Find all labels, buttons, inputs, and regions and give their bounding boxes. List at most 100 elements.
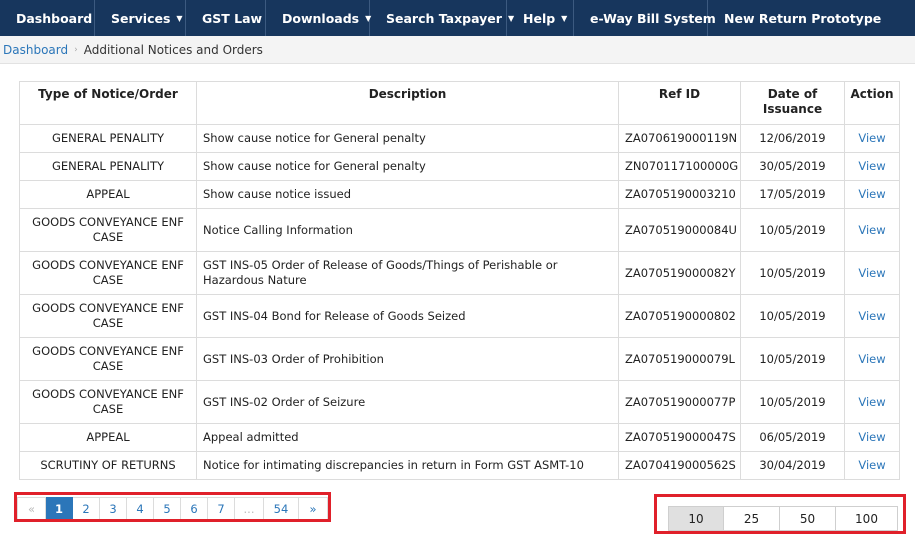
view-link[interactable]: View: [858, 395, 885, 409]
view-link[interactable]: View: [858, 309, 885, 323]
cell-action: View: [844, 208, 900, 252]
cell-ref-id: ZA070619000119N: [618, 124, 741, 153]
cell-date: 10/05/2019: [740, 337, 845, 381]
cell-type: GOODS CONVEYANCE ENF CASE: [19, 294, 197, 338]
main-content: Type of Notice/Order Description Ref ID …: [0, 64, 915, 539]
cell-ref-id: ZA070519000084U: [618, 208, 741, 252]
view-link[interactable]: View: [858, 430, 885, 444]
cell-type: GENERAL PENALITY: [19, 124, 197, 153]
cell-ref-id: ZA070519000079L: [618, 337, 741, 381]
nav-new-return-prototype[interactable]: New Return Prototype: [708, 0, 881, 36]
view-link[interactable]: View: [858, 352, 885, 366]
cell-description: Show cause notice issued: [196, 180, 619, 209]
nav-label: GST Law: [202, 10, 263, 26]
cell-action: View: [844, 152, 900, 181]
cell-description: Appeal admitted: [196, 423, 619, 452]
nav-label: Dashboard: [16, 10, 93, 26]
cell-type: GOODS CONVEYANCE ENF CASE: [19, 208, 197, 252]
cell-description: GST INS-04 Bond for Release of Goods Sei…: [196, 294, 619, 338]
cell-date: 12/06/2019: [740, 124, 845, 153]
table-header-row: Type of Notice/Order Description Ref ID …: [19, 81, 900, 125]
nav-help[interactable]: Help ▼: [507, 0, 574, 36]
cell-ref-id: ZA070519000082Y: [618, 251, 741, 295]
view-link[interactable]: View: [858, 131, 885, 145]
cell-ref-id: ZN070117100000G: [618, 152, 741, 181]
breadcrumb-current: Additional Notices and Orders: [83, 42, 263, 57]
table-row: GOODS CONVEYANCE ENF CASE GST INS-05 Ord…: [19, 251, 900, 295]
breadcrumb-dashboard-link[interactable]: Dashboard: [3, 43, 68, 57]
cell-date: 10/05/2019: [740, 380, 845, 424]
cell-action: View: [844, 337, 900, 381]
cell-description: GST INS-05 Order of Release of Goods/Thi…: [196, 251, 619, 295]
breadcrumb-separator-icon: ›: [74, 44, 78, 55]
page-size-highlight-box: [654, 494, 906, 534]
nav-label: Services: [111, 10, 171, 26]
cell-type: GOODS CONVEYANCE ENF CASE: [19, 380, 197, 424]
nav-downloads[interactable]: Downloads ▼: [266, 0, 371, 36]
caret-down-icon: ▼: [561, 13, 568, 23]
header-ref-id: Ref ID: [618, 81, 741, 125]
header-action: Action: [844, 81, 900, 125]
cell-action: View: [844, 124, 900, 153]
cell-ref-id: ZA0705190000802: [618, 294, 741, 338]
cell-description: Show cause notice for General penalty: [196, 124, 619, 153]
cell-ref-id: ZA070519000047S: [618, 423, 741, 452]
cell-ref-id: ZA0705190003210: [618, 180, 741, 209]
table-row: GOODS CONVEYANCE ENF CASE GST INS-04 Bon…: [19, 294, 900, 338]
cell-ref-id: ZA070419000562S: [618, 451, 741, 480]
breadcrumb: Dashboard › Additional Notices and Order…: [0, 36, 915, 64]
header-type: Type of Notice/Order: [19, 81, 197, 125]
nav-label: New Return Prototype: [724, 10, 882, 26]
nav-gst-law[interactable]: GST Law: [186, 0, 266, 36]
view-link[interactable]: View: [858, 266, 885, 280]
cell-description: GST INS-02 Order of Seizure: [196, 380, 619, 424]
pagination-highlight-box: [14, 492, 331, 522]
cell-date: 17/05/2019: [740, 180, 845, 209]
cell-action: View: [844, 380, 900, 424]
nav-label: Downloads: [282, 10, 360, 26]
table-row: GENERAL PENALITY Show cause notice for G…: [19, 124, 900, 153]
table-row: SCRUTINY OF RETURNS Notice for intimatin…: [19, 451, 900, 480]
cell-date: 10/05/2019: [740, 251, 845, 295]
cell-description: Notice Calling Information: [196, 208, 619, 252]
view-link[interactable]: View: [858, 223, 885, 237]
cell-description: Notice for intimating discrepancies in r…: [196, 451, 619, 480]
table-row: GOODS CONVEYANCE ENF CASE Notice Calling…: [19, 208, 900, 252]
table-row: GOODS CONVEYANCE ENF CASE GST INS-03 Ord…: [19, 337, 900, 381]
cell-description: GST INS-03 Order of Prohibition: [196, 337, 619, 381]
cell-date: 06/05/2019: [740, 423, 845, 452]
cell-action: View: [844, 423, 900, 452]
view-link[interactable]: View: [858, 187, 885, 201]
nav-eway-bill[interactable]: e-Way Bill System: [574, 0, 716, 36]
cell-action: View: [844, 294, 900, 338]
cell-type: APPEAL: [19, 423, 197, 452]
cell-action: View: [844, 451, 900, 480]
notices-table: Type of Notice/Order Description Ref ID …: [19, 81, 900, 480]
table-row: APPEAL Show cause notice issued ZA070519…: [19, 180, 900, 209]
top-navigation-bar: Dashboard Services ▼ GST Law Downloads ▼ S…: [0, 0, 915, 36]
cell-date: 10/05/2019: [740, 294, 845, 338]
cell-date: 30/05/2019: [740, 152, 845, 181]
nav-services[interactable]: Services ▼: [95, 0, 186, 36]
header-date: Date of Issuance: [740, 81, 845, 125]
cell-action: View: [844, 180, 900, 209]
cell-date: 10/05/2019: [740, 208, 845, 252]
table-row: GENERAL PENALITY Show cause notice for G…: [19, 152, 900, 181]
nav-label: e-Way Bill System: [590, 10, 716, 26]
caret-down-icon: ▼: [176, 13, 183, 23]
nav-label: Help: [523, 10, 556, 26]
cell-type: GOODS CONVEYANCE ENF CASE: [19, 337, 197, 381]
cell-type: APPEAL: [19, 180, 197, 209]
cell-type: GENERAL PENALITY: [19, 152, 197, 181]
cell-type: SCRUTINY OF RETURNS: [19, 451, 197, 480]
cell-description: Show cause notice for General penalty: [196, 152, 619, 181]
header-description: Description: [196, 81, 619, 125]
cell-type: GOODS CONVEYANCE ENF CASE: [19, 251, 197, 295]
view-link[interactable]: View: [858, 159, 885, 173]
view-link[interactable]: View: [858, 458, 885, 472]
cell-date: 30/04/2019: [740, 451, 845, 480]
table-row: APPEAL Appeal admitted ZA070519000047S 0…: [19, 423, 900, 452]
table-row: GOODS CONVEYANCE ENF CASE GST INS-02 Ord…: [19, 380, 900, 424]
nav-dashboard[interactable]: Dashboard: [0, 0, 95, 36]
nav-search-taxpayer[interactable]: Search Taxpayer ▼: [370, 0, 514, 36]
